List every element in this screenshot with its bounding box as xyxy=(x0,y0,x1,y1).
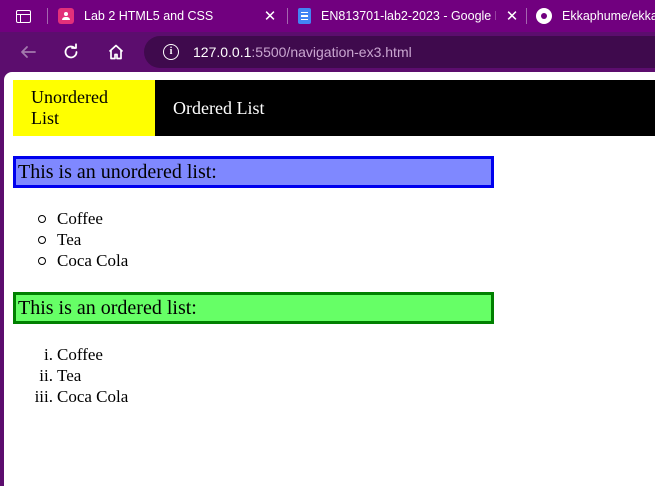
tab-title: EN813701-lab2-2023 - Google D xyxy=(321,9,496,23)
navigation-bar: Unordered List Ordered List xyxy=(13,80,655,136)
tab-actions-button[interactable] xyxy=(8,5,38,27)
tab-github[interactable]: Ekkaphume/ekkap xyxy=(536,0,655,32)
page-viewport: Unordered List Ordered List This is an u… xyxy=(4,72,655,486)
close-tab-icon[interactable]: ✕ xyxy=(262,8,278,24)
tab-lab2[interactable]: Lab 2 HTML5 and CSS xyxy=(58,0,258,32)
tab-title: Lab 2 HTML5 and CSS xyxy=(84,9,214,23)
browser-toolbar: i 127.0.0.1:5500/navigation-ex3.html xyxy=(0,32,655,72)
tab-google-doc[interactable]: EN813701-lab2-2023 - Google D xyxy=(298,0,496,32)
address-bar[interactable]: i 127.0.0.1:5500/navigation-ex3.html xyxy=(144,36,655,68)
address-url: 127.0.0.1:5500/navigation-ex3.html xyxy=(193,44,412,60)
nav-link-ordered-list[interactable]: Ordered List xyxy=(155,80,282,136)
list-item: i. Coffee xyxy=(44,344,128,365)
list-item: ii. Tea xyxy=(39,365,128,386)
tab-separator xyxy=(526,8,527,24)
classroom-person-icon xyxy=(58,8,74,24)
list-item: iii. Coca Cola xyxy=(35,386,129,407)
unordered-list: Coffee Tea Coca Cola xyxy=(37,208,129,271)
tab-strip: Lab 2 HTML5 and CSS ✕ EN813701-lab2-2023… xyxy=(0,0,655,32)
list-item-text: Tea xyxy=(57,366,82,385)
home-icon xyxy=(108,44,124,60)
home-button[interactable] xyxy=(102,38,130,66)
list-item: Coca Cola xyxy=(37,251,129,270)
google-docs-icon xyxy=(298,8,311,24)
list-item-text: Coca Cola xyxy=(57,387,129,406)
list-marker: i. xyxy=(44,345,53,364)
ordered-list-heading: This is an ordered list: xyxy=(13,292,494,324)
unordered-list-heading: This is an unordered list: xyxy=(13,156,494,188)
list-marker: iii. xyxy=(34,387,53,406)
github-icon xyxy=(536,8,552,24)
list-marker: ii. xyxy=(39,366,53,385)
list-item: Tea xyxy=(37,229,128,250)
tab-separator xyxy=(47,8,48,24)
close-tab-icon[interactable]: ✕ xyxy=(504,8,520,24)
list-item: Coffee xyxy=(37,208,128,229)
reload-icon xyxy=(64,43,78,59)
tab-actions-icon xyxy=(15,9,31,23)
tab-separator xyxy=(287,8,288,24)
tab-title: Ekkaphume/ekkap xyxy=(562,9,655,23)
back-button[interactable] xyxy=(14,38,42,66)
list-item-text: Coffee xyxy=(57,345,103,364)
ordered-list: i. Coffee ii. Tea iii. Coca Cola xyxy=(35,344,129,407)
site-info-icon[interactable]: i xyxy=(163,44,179,60)
nav-link-unordered-list[interactable]: Unordered List xyxy=(13,80,155,136)
reload-button[interactable] xyxy=(57,38,85,66)
back-arrow-icon xyxy=(21,46,36,58)
